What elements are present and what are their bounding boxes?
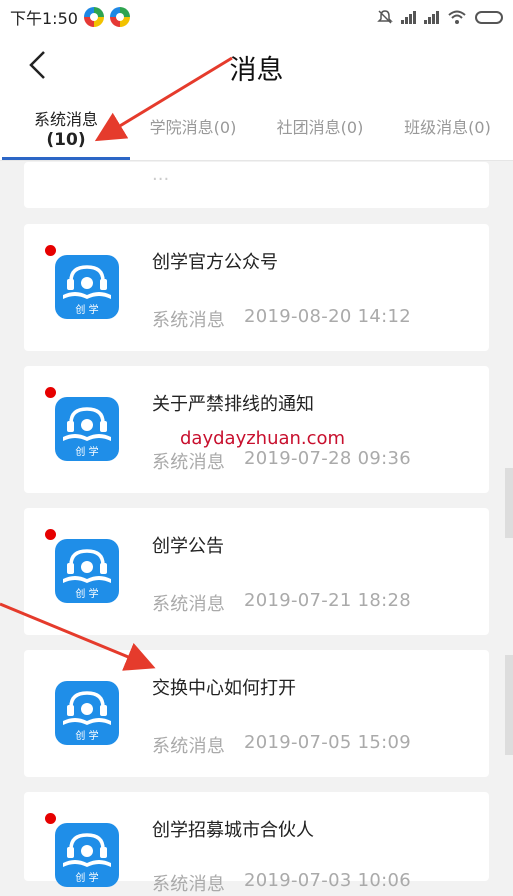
message-title: ... [152, 164, 170, 185]
svg-text:创 学: 创 学 [75, 303, 98, 316]
message-time: 2019-07-05 15:09 [244, 732, 412, 753]
message-time: 2019-08-20 14:12 [244, 306, 412, 327]
message-source: 系统消息 [152, 874, 226, 895]
unread-dot [45, 245, 56, 256]
app-notification-icon [83, 7, 104, 27]
message-card[interactable]: 创 学 创学公告 系统消息 2019-07-21 18:28 [24, 508, 489, 635]
chuangxue-app-icon: 创 学 [55, 539, 119, 603]
status-time: 下午1:50 [10, 9, 78, 28]
mute-icon [377, 10, 393, 24]
signal-icon [401, 10, 416, 24]
message-title: 交换中心如何打开 [152, 678, 296, 699]
nav-bar: 消息 [0, 34, 513, 96]
tab-label: 班级消息(0) [404, 118, 491, 137]
tab-label: 学院消息(0) [149, 118, 237, 137]
status-bar: 下午1:50 [0, 0, 513, 34]
app-notification-icon [109, 7, 130, 27]
unread-dot [45, 387, 56, 398]
message-source: 系统消息 [152, 736, 226, 757]
svg-text:创 学: 创 学 [75, 587, 98, 600]
chuangxue-app-icon: 创 学 [55, 823, 119, 887]
message-source: 系统消息 [152, 452, 226, 473]
message-title: 关于严禁排线的通知 [152, 394, 314, 415]
message-time: 2019-07-21 18:28 [244, 590, 412, 611]
background-edge [505, 655, 513, 755]
message-time: 2019-07-28 09:36 [244, 448, 412, 469]
watermark-text: daydayzhuan.com [180, 428, 346, 449]
message-card[interactable]: 创 学 创学官方公众号 系统消息 2019-08-20 14:12 [24, 224, 489, 351]
chuangxue-app-icon: 创 学 [55, 397, 119, 461]
tab-count: (10) [46, 130, 86, 150]
unread-dot [45, 529, 56, 540]
wifi-icon [448, 10, 466, 24]
battery-icon [475, 10, 503, 24]
background-edge [505, 468, 513, 538]
svg-text:创 学: 创 学 [75, 871, 98, 884]
tab-class-messages[interactable]: 班级消息(0) [384, 96, 511, 160]
tab-college-messages[interactable]: 学院消息(0) [130, 96, 256, 160]
tab-label: 系统消息 [33, 110, 98, 129]
message-card[interactable]: 创 学 交换中心如何打开 系统消息 2019-07-05 15:09 [24, 650, 489, 777]
active-tab-indicator [2, 157, 130, 160]
status-icons [377, 0, 503, 34]
tab-club-messages[interactable]: 社团消息(0) [256, 96, 384, 160]
tab-system-messages[interactable]: 系统消息 (10) [2, 106, 130, 170]
tab-bar: 系统消息 (10) 学院消息(0) 社团消息(0) 班级消息(0) [0, 96, 513, 161]
message-title: 创学公告 [152, 536, 224, 557]
message-card-partial[interactable]: ... [24, 162, 489, 208]
message-source: 系统消息 [152, 594, 226, 615]
message-title: 创学招募城市合伙人 [152, 820, 314, 841]
message-card[interactable]: 创 学 创学招募城市合伙人 系统消息 2019-07-03 10:06 [24, 792, 489, 895]
message-title: 创学官方公众号 [152, 252, 278, 273]
signal-icon [424, 10, 439, 24]
tab-label: 社团消息(0) [276, 118, 364, 137]
svg-text:创 学: 创 学 [75, 445, 98, 458]
message-source: 系统消息 [152, 310, 226, 331]
unread-dot [45, 813, 56, 824]
svg-text:创 学: 创 学 [75, 729, 98, 742]
page-title: 消息 [229, 55, 284, 86]
chuangxue-app-icon: 创 学 [55, 255, 119, 319]
chuangxue-app-icon: 创 学 [55, 681, 119, 745]
